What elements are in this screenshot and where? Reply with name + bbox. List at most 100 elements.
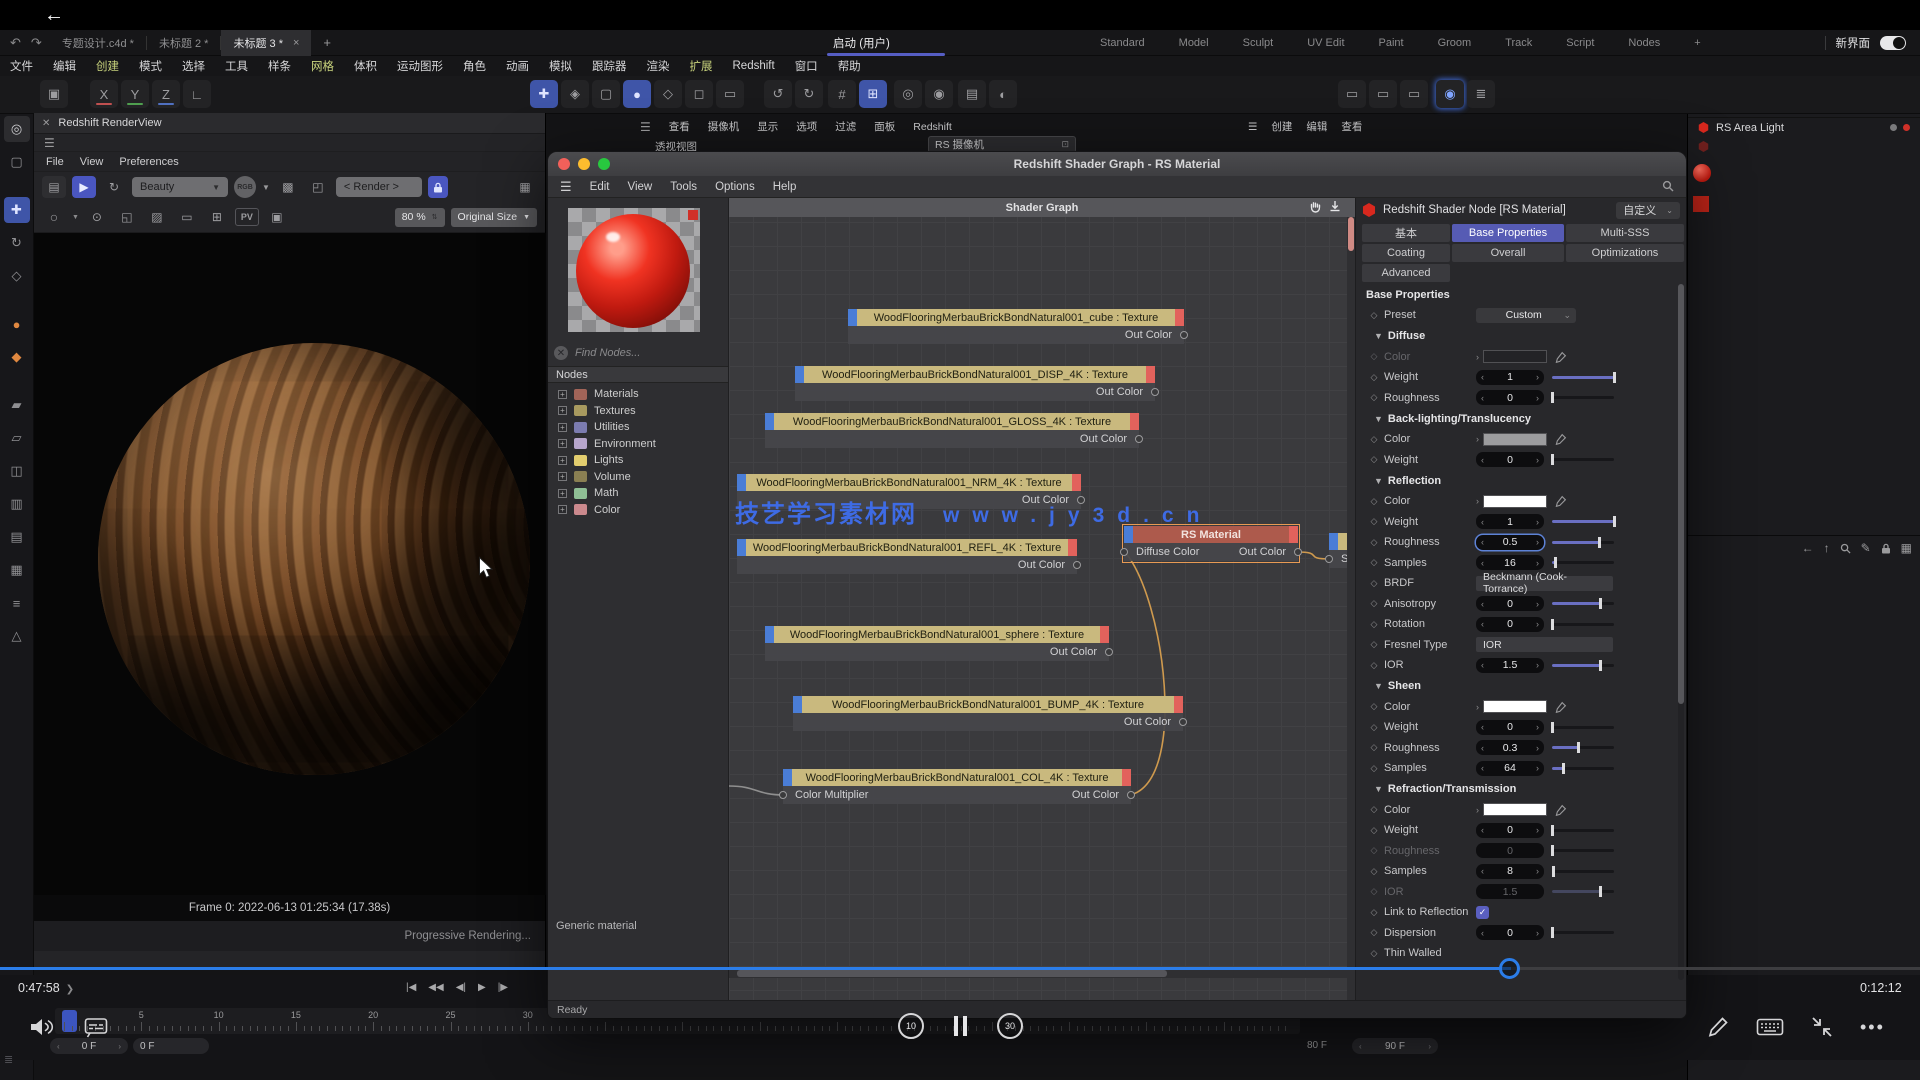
document-tab[interactable]: 专题设计.c4d * <box>50 30 146 56</box>
chevron-down-icon[interactable]: ▼ <box>262 183 270 192</box>
param-slider[interactable] <box>1552 931 1614 934</box>
param-dropdown[interactable]: IOR <box>1476 637 1613 652</box>
region-circle-icon[interactable]: ○ <box>42 206 66 228</box>
scale-tool[interactable]: ◇ <box>4 263 30 289</box>
increment-icon[interactable]: › <box>1536 743 1539 753</box>
light-icon[interactable]: ◐ <box>989 80 1017 108</box>
color-swatch[interactable] <box>1483 495 1547 508</box>
param-slider[interactable] <box>1552 890 1614 893</box>
axis-center-tool[interactable]: △ <box>4 623 30 649</box>
input-port[interactable] <box>1325 555 1333 563</box>
more-options-icon[interactable]: ••• <box>1860 1017 1885 1038</box>
viewport-camera-dropdown[interactable]: RS 摄像机 ⊡ <box>928 136 1076 153</box>
menu-样条[interactable]: 样条 <box>258 58 301 74</box>
increment-icon[interactable]: › <box>1536 455 1539 465</box>
section-refraction-transmission[interactable]: ▼Refraction/Transmission <box>1364 779 1676 800</box>
selection-icon[interactable]: ◈ <box>561 80 589 108</box>
sphere-primitive-icon[interactable]: ● <box>623 80 651 108</box>
enable-dot[interactable] <box>1890 124 1897 131</box>
param-slider[interactable] <box>1552 623 1614 626</box>
resize-grip-icon[interactable]: ≣ <box>4 1053 12 1066</box>
graph-node-cube[interactable]: WoodFlooringMerbauBrickBondNatural001_cu… <box>848 309 1184 344</box>
color-swatch[interactable] <box>1483 350 1547 363</box>
menu-Redshift[interactable]: Redshift <box>723 60 785 72</box>
category-color[interactable]: +Color <box>548 502 728 519</box>
image-icon[interactable]: ▭ <box>175 206 199 228</box>
plane-tool-icon[interactable]: ▭ <box>716 80 744 108</box>
increment-icon[interactable]: › <box>1536 722 1539 732</box>
category-textures[interactable]: +Textures <box>548 403 728 420</box>
color-swatch[interactable] <box>1483 433 1547 446</box>
slider-handle[interactable] <box>1613 516 1616 527</box>
slider-handle[interactable] <box>1551 845 1554 856</box>
decrement-icon[interactable]: ‹ <box>1481 517 1484 527</box>
live-selection-tool[interactable]: ● <box>4 311 30 337</box>
axis-x-button[interactable]: X <box>90 80 118 108</box>
checker-icon[interactable]: ▨ <box>145 206 169 228</box>
output-port[interactable] <box>1073 561 1081 569</box>
forward-30-button[interactable]: 30 <box>997 1013 1023 1039</box>
shader-menu-tools[interactable]: Tools <box>670 181 697 193</box>
output-port[interactable] <box>1127 791 1135 799</box>
pan-hand-icon[interactable] <box>1309 200 1321 213</box>
pv-button[interactable]: PV <box>235 208 259 226</box>
burger-icon[interactable]: ☰ <box>640 120 651 134</box>
viewport-menu-选项[interactable]: 选项 <box>796 119 817 134</box>
output-port[interactable] <box>1135 435 1143 443</box>
tab-multi-sss[interactable]: Multi-SSS <box>1566 224 1684 242</box>
graph-node-refl[interactable]: WoodFlooringMerbauBrickBondNatural001_RE… <box>737 539 1077 574</box>
increment-icon[interactable]: › <box>1536 866 1539 876</box>
grid-icon[interactable]: ▦ <box>1901 541 1912 555</box>
param-slider[interactable] <box>1552 849 1614 852</box>
decrement-icon[interactable]: ‹ <box>1481 537 1484 547</box>
grid-icon[interactable]: ▦ <box>513 176 537 198</box>
grid-snap-icon[interactable]: ⊞ <box>859 80 887 108</box>
increment-icon[interactable]: › <box>1536 537 1539 547</box>
category-lights[interactable]: +Lights <box>548 452 728 469</box>
shader-menu-view[interactable]: View <box>627 181 652 193</box>
renderview-tabbar[interactable]: ✕ Redshift RenderView <box>34 113 545 134</box>
decrement-icon[interactable]: ‹ <box>1481 372 1484 382</box>
brush-tool[interactable]: ◆ <box>4 344 30 370</box>
graph-header[interactable]: Shader Graph <box>729 198 1355 217</box>
back-icon[interactable]: ← <box>44 4 64 27</box>
clear-search-icon[interactable]: ✕ <box>554 346 568 360</box>
subdivide-tool[interactable]: ▤ <box>4 524 30 550</box>
expand-icon[interactable]: + <box>558 505 567 514</box>
corner-tool-icon[interactable]: ◻ <box>685 80 713 108</box>
eyedropper-icon[interactable] <box>1555 495 1567 507</box>
expand-icon[interactable]: + <box>558 406 567 415</box>
lock-icon[interactable] <box>1881 543 1891 554</box>
decrement-icon[interactable]: ‹ <box>1481 825 1484 835</box>
category-utilities[interactable]: +Utilities <box>548 419 728 436</box>
expand-icon[interactable]: + <box>558 423 567 432</box>
expand-icon[interactable]: + <box>558 390 567 399</box>
shader-menu-help[interactable]: Help <box>773 181 797 193</box>
param-slider[interactable] <box>1552 746 1614 749</box>
previous-frame-button[interactable]: ◀| <box>456 982 466 993</box>
slider-handle[interactable] <box>1613 372 1616 383</box>
renderview-menu-preferences[interactable]: Preferences <box>119 156 178 168</box>
output-port[interactable] <box>1179 718 1187 726</box>
renderview-menu-file[interactable]: File <box>46 156 64 168</box>
param-value-field[interactable]: ‹64› <box>1476 761 1544 776</box>
menu-模式[interactable]: 模式 <box>129 58 172 74</box>
redshift-rt-icon[interactable]: ◉ <box>1436 80 1464 108</box>
slider-handle[interactable] <box>1551 927 1554 938</box>
menu-编辑[interactable]: 编辑 <box>43 58 86 74</box>
menu-动画[interactable]: 动画 <box>496 58 539 74</box>
shader-menu-edit[interactable]: Edit <box>590 181 610 193</box>
param-value-field[interactable]: ‹0.3› <box>1476 740 1544 755</box>
increment-icon[interactable]: › <box>1536 763 1539 773</box>
expand-icon[interactable]: + <box>558 472 567 481</box>
color-swatch[interactable] <box>1483 803 1547 816</box>
slider-handle[interactable] <box>1562 763 1565 774</box>
decrement-icon[interactable]: ‹ <box>1481 722 1484 732</box>
param-value-field[interactable]: ‹1.5› <box>1476 884 1544 899</box>
chevron-down-icon[interactable]: ▼ <box>72 214 79 221</box>
burger-icon[interactable]: ☰ <box>560 179 572 195</box>
fit-image-icon[interactable]: ◱ <box>115 206 139 228</box>
find-nodes-field[interactable]: ✕ Find Nodes... <box>554 344 720 362</box>
close-traffic-light[interactable] <box>558 158 570 170</box>
eyedropper-icon[interactable] <box>1555 433 1567 445</box>
